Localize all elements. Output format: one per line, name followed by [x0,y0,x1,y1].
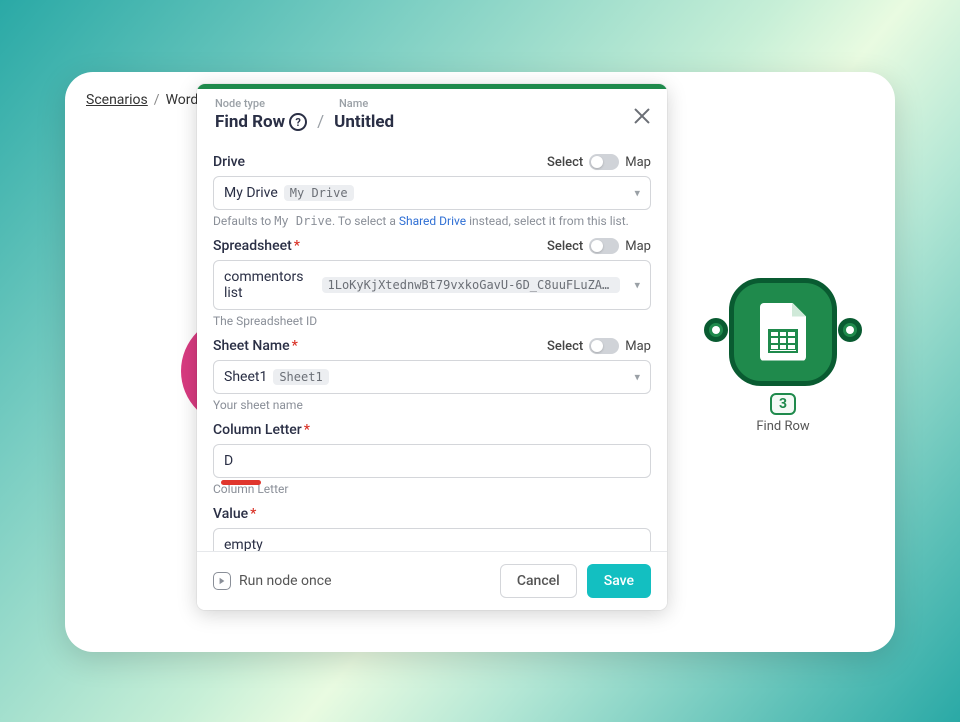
column-value: D [224,453,233,469]
drive-chip: My Drive [284,185,354,201]
sheet-mode-toggle[interactable] [589,338,619,354]
header-nodetype: Find Row ? [215,112,307,132]
drive-helper: Defaults to My Drive. To select a Shared… [213,214,651,228]
sheet-value: Sheet1 [224,369,267,385]
chevron-down-icon: ▾ [634,279,640,292]
google-sheets-icon [760,303,806,361]
help-icon[interactable]: ? [289,113,307,131]
run-node-once-button[interactable]: Run node once [213,572,332,590]
spreadsheet-select[interactable]: commentors list 1LoKyKjXtednwBt79vxkoGav… [213,260,651,310]
panel-header: Node type Name Find Row ? / Untitled [197,89,667,142]
field-sheet: Sheet Name* Select Map Sheet1 Sheet1 ▾ Y… [213,338,651,412]
spreadsheet-mode-toggle[interactable] [589,238,619,254]
value-input[interactable]: empty [213,528,651,551]
column-helper: Column Letter [213,482,651,496]
spreadsheet-value: commentors list [224,269,316,301]
node-find-row[interactable]: 3 Find Row [678,274,888,434]
sheet-helper: Your sheet name [213,398,651,412]
breadcrumb-root-link[interactable]: Scenarios [86,92,148,108]
save-button[interactable]: Save [587,564,651,598]
panel-footer: Run node once Cancel Save [197,551,667,610]
node-body[interactable] [729,278,837,386]
field-drive: Drive Select Map My Drive My Drive ▾ Def… [213,154,651,228]
spreadsheet-mode-select: Select [547,239,583,254]
close-icon [631,105,653,127]
field-spreadsheet: Spreadsheet* Select Map commentors list … [213,238,651,328]
header-name[interactable]: Untitled [334,112,394,132]
close-button[interactable] [631,105,653,127]
field-value: Value* empty The value to search for [213,506,651,551]
field-column: Column Letter* D Column Letter [213,422,651,496]
sheet-label: Sheet Name* [213,338,298,354]
panel-body: Drive Select Map My Drive My Drive ▾ Def… [197,142,667,551]
app-window: Scenarios / Wordpr 3 Find Row Node type [65,72,895,652]
drive-select[interactable]: My Drive My Drive ▾ [213,176,651,210]
drive-mode-map: Map [625,155,651,170]
column-label: Column Letter* [213,422,310,438]
config-panel: Node type Name Find Row ? / Untitled Dri… [197,84,667,610]
sheet-select[interactable]: Sheet1 Sheet1 ▾ [213,360,651,394]
sheet-chip: Sheet1 [273,369,328,385]
node-shape [718,274,848,389]
node-output-port[interactable] [838,318,862,342]
highlight-mark [221,480,261,485]
chevron-down-icon: ▾ [634,187,640,200]
run-node-once-label: Run node once [239,573,332,589]
spreadsheet-mode-map: Map [625,239,651,254]
shared-drive-link[interactable]: Shared Drive [399,214,466,228]
breadcrumb-separator: / [154,92,160,108]
drive-value: My Drive [224,185,278,201]
cancel-button[interactable]: Cancel [500,564,577,598]
header-nodetype-label: Node type [215,97,265,110]
drive-mode-toggle[interactable] [589,154,619,170]
drive-label: Drive [213,154,245,170]
node-step-badge: 3 [770,393,796,415]
sheet-mode-map: Map [625,339,651,354]
chevron-down-icon: ▾ [634,371,640,384]
header-nodetype-text: Find Row [215,112,285,132]
play-icon [213,572,231,590]
spreadsheet-chip: 1LoKyKjXtednwBt79vxkoGavU-6D_C8uuFLuZAVY… [322,277,621,293]
value-label: Value* [213,506,256,522]
breadcrumb: Scenarios / Wordpr [86,92,211,108]
spreadsheet-label: Spreadsheet* [213,238,300,254]
header-name-label: Name [339,97,368,110]
header-separator: / [317,112,324,132]
node-label: Find Row [756,419,809,434]
column-input[interactable]: D [213,444,651,478]
value-value: empty [224,537,263,551]
node-input-port[interactable] [704,318,728,342]
drive-mode-select: Select [547,155,583,170]
spreadsheet-helper: The Spreadsheet ID [213,314,651,328]
sheet-mode-select: Select [547,339,583,354]
